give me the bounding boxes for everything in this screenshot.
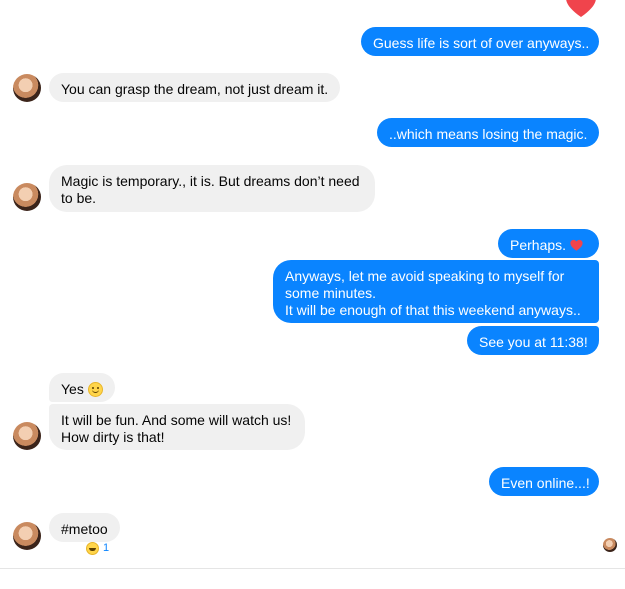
outgoing-message[interactable]: Even online...! — [489, 467, 599, 496]
red-heart-icon — [566, 0, 596, 17]
message-line: How dirty is that! — [61, 429, 165, 445]
incoming-message[interactable]: It will be fun. And some will watch us! … — [49, 404, 305, 450]
message-text: #metoo — [61, 521, 108, 537]
reaction-count: 1 — [103, 542, 110, 554]
message-text: Yes — [61, 381, 84, 397]
contact-avatar[interactable] — [13, 422, 41, 450]
contact-avatar[interactable] — [13, 74, 41, 102]
outgoing-message[interactable]: Guess life is sort of over anyways.. — [361, 27, 599, 56]
message-line: Magic is temporary., it is. But dreams d… — [61, 173, 360, 189]
red-heart-icon — [570, 239, 583, 251]
message-text: Even online...! — [501, 475, 590, 491]
incoming-message[interactable]: Magic is temporary., it is. But dreams d… — [49, 165, 375, 212]
slightly-smiling-face-icon — [87, 382, 103, 397]
grinning-face-icon — [86, 541, 99, 555]
message-text: See you at 11:38! — [479, 334, 588, 350]
incoming-message[interactable]: Yes — [49, 373, 115, 402]
message-line: Anyways, let me avoid speaking to myself… — [285, 268, 565, 284]
contact-avatar[interactable] — [13, 522, 41, 550]
message-line: It will be enough of that this weekend a… — [285, 302, 581, 318]
message-line: some minutes. — [285, 285, 377, 301]
incoming-message[interactable]: You can grasp the dream, not just dream … — [49, 73, 340, 102]
message-reaction[interactable]: 1 — [86, 540, 109, 556]
message-line: to be. — [61, 190, 97, 206]
outgoing-message[interactable]: ..which means losing the magic. — [377, 118, 599, 147]
message-text: Perhaps. — [510, 237, 567, 253]
message-text: Guess life is sort of over anyways.. — [373, 35, 590, 51]
outgoing-message[interactable]: Perhaps. — [498, 229, 599, 258]
divider — [0, 568, 625, 569]
message-line: It will be fun. And some will watch us! — [61, 412, 292, 428]
message-text: You can grasp the dream, not just dream … — [61, 81, 329, 97]
seen-receipt-avatar — [603, 538, 617, 552]
outgoing-message[interactable]: Anyways, let me avoid speaking to myself… — [273, 260, 599, 323]
contact-avatar[interactable] — [13, 183, 41, 211]
message-text: ..which means losing the magic. — [389, 126, 588, 142]
incoming-message[interactable]: #metoo — [49, 513, 120, 542]
outgoing-message[interactable]: See you at 11:38! — [467, 326, 599, 355]
